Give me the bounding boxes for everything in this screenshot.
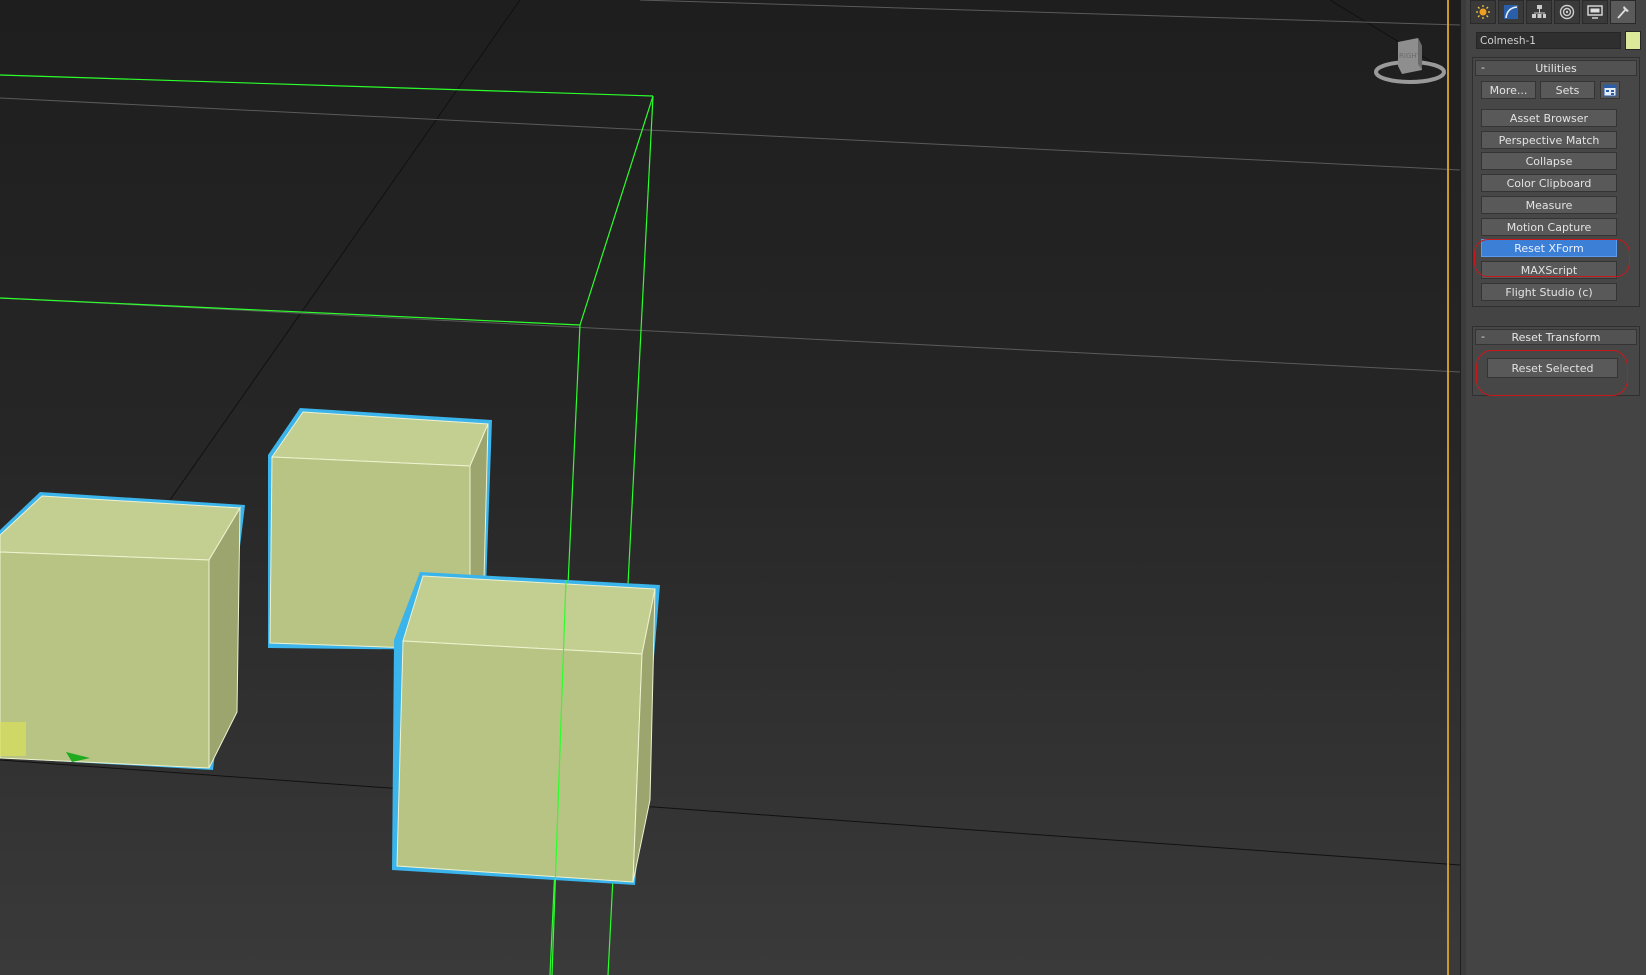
motion-icon <box>1559 4 1575 20</box>
grid-line <box>0 297 1460 373</box>
create-tab[interactable] <box>1470 0 1496 24</box>
command-panel-tabs <box>1466 0 1646 26</box>
reset-transform-rollout-header[interactable]: - Reset Transform <box>1475 329 1637 345</box>
cube-front[interactable] <box>392 572 660 885</box>
motion-capture-button[interactable]: Motion Capture <box>1481 218 1617 236</box>
command-panel: - Utilities More... Sets Asset Browser P… <box>1466 0 1646 975</box>
grid-line <box>0 97 1460 171</box>
maxscript-button[interactable]: MAXScript <box>1481 261 1617 279</box>
viewcube-label: RIGHT <box>1399 52 1422 60</box>
viewport-active-border <box>1447 0 1449 975</box>
object-color-swatch[interactable] <box>1625 31 1641 50</box>
hammer-icon <box>1617 6 1629 19</box>
collapse-toggle[interactable]: - <box>1481 330 1485 343</box>
utilities-rollout-title: Utilities <box>1535 61 1577 75</box>
utilities-tab[interactable] <box>1610 0 1636 24</box>
hierarchy-tab[interactable] <box>1526 0 1552 24</box>
configure-sets-button[interactable] <box>1600 81 1620 99</box>
viewcube-icon[interactable]: RIGHT <box>1370 30 1450 90</box>
perspective-match-button[interactable]: Perspective Match <box>1481 131 1617 149</box>
measure-button[interactable]: Measure <box>1481 196 1617 214</box>
modify-tab[interactable] <box>1498 0 1524 24</box>
grid-line <box>0 759 1460 866</box>
display-tab[interactable] <box>1582 0 1608 24</box>
flight-studio-button[interactable]: Flight Studio (c) <box>1481 283 1617 301</box>
sun-icon <box>1476 5 1490 19</box>
motion-tab[interactable] <box>1554 0 1580 24</box>
curve-icon <box>1504 5 1518 19</box>
monitor-icon <box>1587 5 1603 19</box>
sets-button[interactable]: Sets <box>1540 81 1595 99</box>
collapse-toggle[interactable]: - <box>1481 61 1485 74</box>
more-button[interactable]: More... <box>1481 81 1536 99</box>
utilities-rollout-header[interactable]: - Utilities <box>1475 60 1637 76</box>
reset-xform-button[interactable]: Reset XForm <box>1481 239 1617 257</box>
configure-sets-icon <box>1603 84 1617 96</box>
color-clipboard-button[interactable]: Color Clipboard <box>1481 174 1617 192</box>
perspective-viewport[interactable]: RIGHT <box>0 0 1460 975</box>
viewcube[interactable]: RIGHT <box>1370 30 1450 90</box>
reset-selected-button[interactable]: Reset Selected <box>1487 358 1618 378</box>
reset-transform-rollout: - Reset Transform Reset Selected <box>1472 326 1640 396</box>
reset-transform-rollout-title: Reset Transform <box>1511 330 1601 344</box>
cube-left[interactable] <box>0 492 245 770</box>
hierarchy-icon <box>1532 5 1546 18</box>
object-name-field[interactable] <box>1476 32 1621 49</box>
asset-browser-button[interactable]: Asset Browser <box>1481 109 1617 127</box>
collapse-button[interactable]: Collapse <box>1481 152 1617 170</box>
viewport-scene <box>0 0 1460 975</box>
utilities-rollout: - Utilities More... Sets Asset Browser P… <box>1472 57 1640 307</box>
